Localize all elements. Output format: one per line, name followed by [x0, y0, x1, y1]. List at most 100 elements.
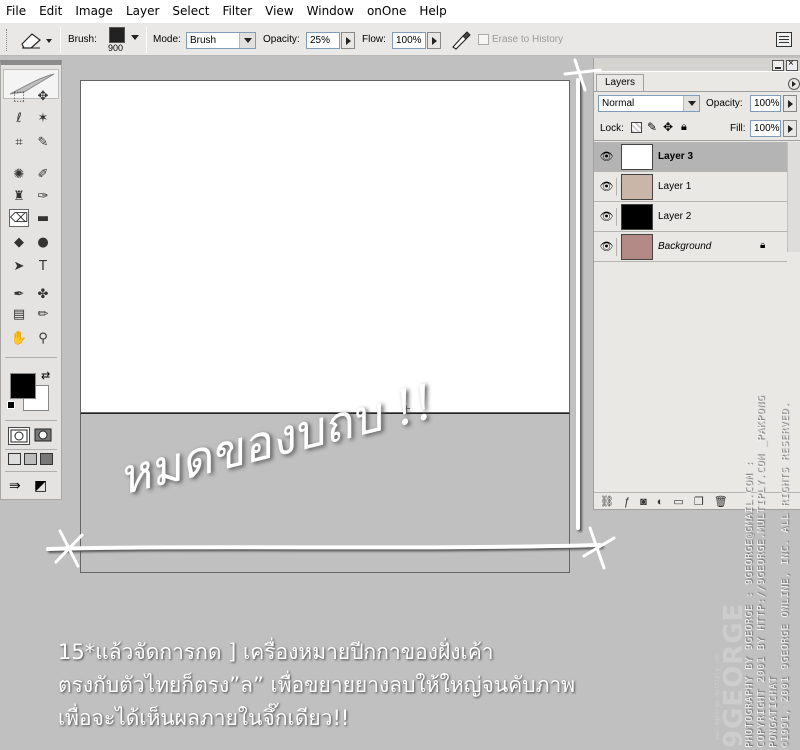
standard-mode-button[interactable] — [8, 427, 30, 445]
tab-layers[interactable]: Layers — [596, 74, 645, 91]
menu-window[interactable]: Window — [307, 4, 354, 18]
chevron-down-icon — [131, 35, 139, 40]
flow-field[interactable]: 100% — [392, 32, 426, 49]
lasso-tool-icon[interactable]: ℓ — [9, 109, 29, 127]
lock-transparency-icon[interactable] — [631, 122, 642, 133]
close-icon[interactable]: × — [786, 58, 798, 71]
screen-mode-full-icon[interactable] — [40, 453, 53, 465]
menu-select[interactable]: Select — [172, 4, 209, 18]
move-tool-icon[interactable]: ✥ — [33, 87, 53, 105]
default-colors-icon[interactable] — [7, 401, 15, 409]
brush-tool-icon[interactable]: ✐ — [33, 165, 53, 183]
opacity-value: 25% — [310, 35, 331, 46]
chevron-down-icon[interactable] — [683, 96, 699, 111]
layers-scrollbar[interactable] — [787, 142, 800, 252]
fill-value: 100% — [754, 123, 780, 134]
blur-tool-icon[interactable]: ◆ — [9, 233, 29, 251]
mode-select[interactable]: Brush — [186, 32, 256, 49]
pen-tool-icon[interactable]: ✒ — [9, 285, 29, 303]
document-canvas[interactable]: + — [80, 80, 570, 415]
layer-row[interactable]: 👁︎ Layer 1 — [594, 172, 787, 202]
flow-slider-button[interactable] — [427, 32, 441, 49]
blend-mode-value: Normal — [602, 98, 635, 109]
layer-row[interactable]: 👁︎ Layer 2 — [594, 202, 787, 232]
layer-name: Layer 1 — [658, 181, 692, 192]
notes-tool-icon[interactable]: ▤ — [9, 305, 29, 323]
palette-well-button[interactable] — [776, 32, 792, 47]
airbrush-button[interactable] — [450, 30, 472, 50]
menu-view[interactable]: View — [265, 4, 293, 18]
add-mask-icon[interactable]: ◙ — [640, 496, 647, 508]
link-layers-icon[interactable]: ⛓ — [600, 495, 614, 508]
edit-in-app-icon[interactable]: ◩ — [34, 478, 47, 494]
menu-filter[interactable]: Filter — [222, 4, 252, 18]
menu-image[interactable]: Image — [75, 4, 113, 18]
menu-onone[interactable]: onOne — [367, 4, 406, 18]
panel-title-bar[interactable] — [594, 58, 800, 72]
menu-bar: File Edit Image Layer Select Filter View… — [0, 0, 800, 22]
path-selection-tool-icon[interactable]: ➤ — [9, 257, 29, 275]
options-bar-grip[interactable] — [6, 29, 10, 51]
panel-menu-button[interactable] — [788, 78, 800, 90]
eraser-tool-icon[interactable]: ⌫ — [9, 209, 29, 227]
jump-to-imageready-icon[interactable]: ⇛ — [9, 478, 21, 494]
marquee-tool-icon[interactable]: ⬚ — [9, 87, 29, 105]
dodge-tool-icon[interactable]: ● — [33, 233, 53, 251]
foreground-color-swatch[interactable] — [10, 373, 36, 399]
layer-thumbnail — [621, 174, 653, 200]
chevron-down-icon[interactable] — [239, 33, 255, 48]
zoom-tool-icon[interactable]: ⚲ — [33, 329, 53, 347]
hand-tool-icon[interactable]: ✋ — [9, 329, 29, 347]
new-layer-icon[interactable]: ❐ — [694, 495, 704, 508]
layer-row[interactable]: 👁︎ Background 🔒︎ — [594, 232, 787, 262]
eye-icon[interactable]: 👁︎ — [597, 148, 617, 166]
layer-opacity-slider-button[interactable] — [783, 95, 797, 112]
screen-mode-menubar-icon[interactable] — [24, 453, 37, 465]
eye-icon[interactable]: 👁︎ — [597, 238, 617, 256]
tool-preset-picker[interactable] — [18, 29, 54, 51]
magic-wand-tool-icon[interactable]: ✶ — [33, 109, 53, 127]
trash-icon[interactable]: 🗑︎ — [714, 495, 728, 508]
quick-mask-button[interactable] — [33, 427, 55, 445]
clone-stamp-tool-icon[interactable]: ♜ — [9, 187, 29, 205]
layer-style-icon[interactable]: ƒ — [624, 496, 630, 508]
eyedropper-tool-icon[interactable]: ✏ — [33, 305, 53, 323]
lock-image-icon[interactable]: ✎ — [647, 120, 657, 134]
lock-position-icon[interactable]: ✥ — [663, 120, 673, 134]
healing-brush-tool-icon[interactable]: ✺ — [9, 165, 29, 183]
fill-slider-button[interactable] — [783, 120, 797, 137]
custom-shape-tool-icon[interactable]: ✤ — [33, 285, 53, 303]
divider — [5, 357, 57, 358]
new-group-icon[interactable]: ▭ — [673, 495, 683, 508]
eye-icon[interactable]: 👁︎ — [597, 208, 617, 226]
divider — [5, 471, 57, 472]
erase-to-history-checkbox[interactable] — [478, 34, 489, 45]
eye-icon[interactable]: 👁︎ — [597, 178, 617, 196]
menu-help[interactable]: Help — [419, 4, 446, 18]
fill-field[interactable]: 100% — [750, 120, 781, 137]
type-tool-icon[interactable]: T — [33, 257, 53, 275]
layer-opacity-field[interactable]: 100% — [750, 95, 781, 112]
brush-picker[interactable]: 900 — [106, 26, 140, 54]
crop-tool-icon[interactable]: ⌗ — [9, 133, 29, 151]
menu-layer[interactable]: Layer — [126, 4, 159, 18]
blend-mode-select[interactable]: Normal — [598, 95, 700, 112]
slice-tool-icon[interactable]: ✎ — [33, 133, 53, 151]
history-brush-tool-icon[interactable]: ✑ — [33, 187, 53, 205]
menu-file[interactable]: File — [6, 4, 26, 18]
eraser-icon — [21, 33, 52, 49]
adjustment-layer-icon[interactable]: ◐ — [657, 496, 664, 508]
opacity-field[interactable]: 25% — [306, 32, 340, 49]
screen-mode-standard-icon[interactable] — [8, 453, 21, 465]
gradient-tool-icon[interactable]: ▬ — [33, 209, 53, 227]
palette-icon — [779, 36, 789, 43]
opacity-slider-button[interactable] — [341, 32, 355, 49]
layer-row[interactable]: 👁︎ Layer 3 — [594, 142, 787, 172]
layer-opacity-label: Opacity: — [706, 98, 743, 109]
layer-name: Layer 2 — [658, 211, 692, 222]
erase-to-history-label: Erase to History — [492, 34, 564, 45]
minimize-icon[interactable] — [772, 60, 784, 71]
menu-edit[interactable]: Edit — [39, 4, 62, 18]
swap-colors-icon[interactable]: ⇄ — [41, 369, 50, 382]
lock-all-icon[interactable]: 🔒︎ — [681, 121, 687, 134]
